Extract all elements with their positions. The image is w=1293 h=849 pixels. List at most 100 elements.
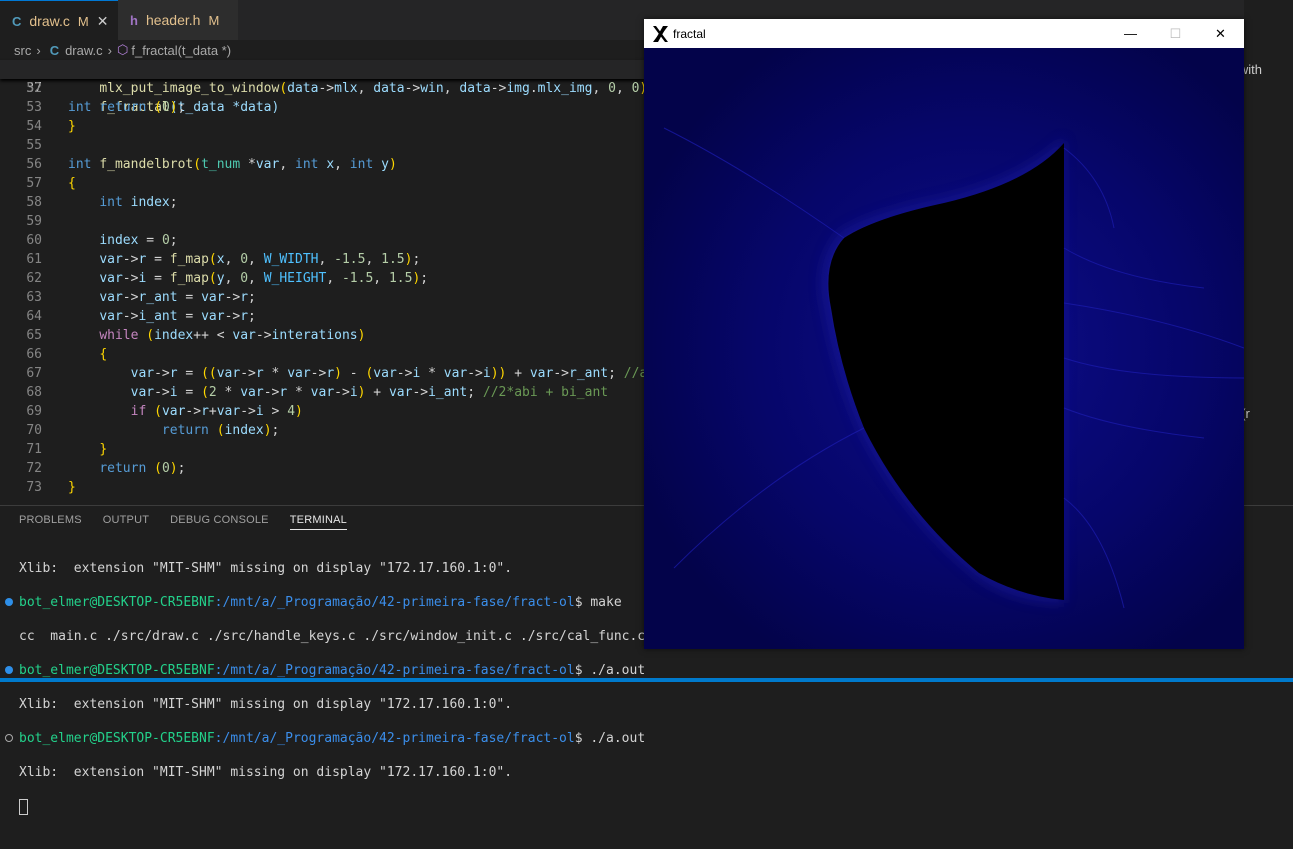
close-button[interactable]: ✕: [1198, 19, 1243, 48]
fractal-render: [644, 48, 1244, 649]
prompt-path: :/mnt/a/_Programação/42-primeira-fase/fr…: [214, 731, 575, 746]
tab-terminal[interactable]: TERMINAL: [289, 514, 347, 530]
command-text: $ ./a.out: [574, 663, 646, 678]
line-number: 56: [26, 157, 42, 172]
terminal-output[interactable]: Xlib: extension "MIT-SHM" missing on dis…: [5, 543, 716, 849]
breadcrumb-file[interactable]: draw.c: [65, 43, 103, 58]
code-line[interactable]: 66 {: [0, 345, 645, 364]
code-line[interactable]: 64 var->i_ant = var->r;: [0, 307, 645, 326]
line-number: 70: [26, 423, 42, 438]
terminal-line: Xlib: extension "MIT-SHM" missing on dis…: [19, 697, 513, 712]
command-status-dot[interactable]: [5, 734, 13, 742]
tab-label: header.h: [145, 12, 201, 28]
code-line[interactable]: 58 int index;: [0, 193, 645, 212]
code-line[interactable]: 70 return (index);: [0, 421, 645, 440]
window-title: fractal: [673, 27, 706, 41]
fractal-window[interactable]: fractal — ☐ ✕: [644, 19, 1244, 649]
terminal-line: Xlib: extension "MIT-SHM" missing on dis…: [19, 765, 513, 780]
code-line[interactable]: 73}: [0, 478, 645, 497]
code-text: {: [68, 176, 76, 191]
code-line[interactable]: 53 return (0);: [0, 98, 645, 117]
code-line[interactable]: 72 return (0);: [0, 459, 645, 478]
code-text: int f_mandelbrot(t_num *var, int x, int …: [68, 157, 397, 172]
code-line[interactable]: 55: [0, 136, 645, 155]
line-number: 63: [26, 290, 42, 305]
code-text: index = 0;: [99, 233, 178, 248]
h-file-icon: h: [130, 12, 138, 28]
code-line[interactable]: 62 var->i = f_map(y, 0, W_HEIGHT, -1.5, …: [0, 269, 645, 288]
minimize-button[interactable]: —: [1108, 19, 1153, 48]
code-line[interactable]: 69 if (var->r+var->i > 4): [0, 402, 645, 421]
tab-problems[interactable]: PROBLEMS: [19, 514, 82, 530]
line-number: 62: [26, 271, 42, 286]
terminal-line: [19, 798, 716, 815]
window-title-bar[interactable]: fractal — ☐ ✕: [644, 19, 1244, 48]
terminal-line: Xlib: extension "MIT-SHM" missing on dis…: [19, 561, 513, 576]
code-text: }: [68, 480, 76, 495]
close-icon[interactable]: ✕: [97, 13, 109, 30]
code-line[interactable]: 68 var->i = (2 * var->r * var->i) + var-…: [0, 383, 645, 402]
code-line[interactable]: 63 var->r_ant = var->r;: [0, 288, 645, 307]
code-line[interactable]: 57 {: [0, 174, 645, 193]
line-number: 65: [26, 328, 42, 343]
code-text: while (index++ < var->interations): [99, 328, 366, 343]
terminal-line: bot_elmer@DESKTOP-CR5EBNF:/mnt/a/_Progra…: [5, 594, 716, 611]
code-text: if (var->r+var->i > 4): [130, 404, 303, 419]
code-line[interactable]: 52 mlx_put_image_to_window(data->mlx, da…: [0, 79, 655, 98]
chevron-right-icon: ›: [107, 42, 112, 58]
line-number: 69: [26, 404, 42, 419]
tab-draw-c[interactable]: C draw.c M ✕: [0, 0, 118, 41]
prompt-user: bot_elmer@DESKTOP-CR5EBNF: [19, 595, 215, 610]
panel-tabs: PROBLEMS OUTPUT DEBUG CONSOLE TERMINAL: [19, 514, 368, 530]
line-number: 61: [26, 252, 42, 267]
prompt-user: bot_elmer@DESKTOP-CR5EBNF: [19, 731, 215, 746]
command-status-dot[interactable]: [5, 598, 13, 606]
breadcrumb: src › C draw.c › ⬡ f_fractal(t_data *): [0, 40, 640, 60]
maximize-button[interactable]: ☐: [1153, 19, 1198, 48]
line-number: 53: [26, 100, 42, 115]
code-line[interactable]: 71 }: [0, 440, 645, 459]
code-text: var->i = f_map(y, 0, W_HEIGHT, -1.5, 1.5…: [99, 271, 429, 286]
code-text: return (index);: [161, 423, 280, 438]
line-number: 71: [26, 442, 42, 457]
line-number: 60: [26, 233, 42, 248]
chevron-right-icon: ›: [36, 42, 41, 58]
code-editor[interactable]: 37 int f_fractal(t_data *data) 52 mlx_pu…: [0, 60, 655, 500]
code-line[interactable]: 56 int f_mandelbrot(t_num *var, int x, in…: [0, 155, 645, 174]
code-text: return (0);: [99, 461, 186, 476]
code-line[interactable]: 60 index = 0;: [0, 231, 645, 250]
breadcrumb-symbol[interactable]: f_fractal(t_data *): [131, 43, 231, 58]
fractal-canvas[interactable]: [644, 48, 1244, 649]
code-line[interactable]: 67 var->r = ((var->r * var->r) - (var->i…: [0, 364, 655, 383]
code-text: var->r = f_map(x, 0, W_WIDTH, -1.5, 1.5)…: [99, 252, 421, 267]
sticky-scroll-line[interactable]: 37 int f_fractal(t_data *data): [0, 60, 645, 115]
code-line[interactable]: 54}: [0, 117, 645, 136]
prompt-user: bot_elmer@DESKTOP-CR5EBNF: [19, 663, 215, 678]
tab-debug-console[interactable]: DEBUG CONSOLE: [170, 514, 269, 530]
code-line[interactable]: 59: [0, 212, 645, 231]
line-number: 67: [26, 366, 42, 381]
x11-logo-icon: [653, 26, 668, 42]
line-number: 59: [26, 214, 42, 229]
symbol-method-icon: ⬡: [117, 42, 129, 57]
c-file-icon: C: [12, 13, 22, 29]
terminal-line: bot_elmer@DESKTOP-CR5EBNF:/mnt/a/_Progra…: [5, 730, 716, 747]
line-number: 57: [26, 176, 42, 191]
line-number: 55: [26, 138, 42, 153]
terminal-cursor: [19, 798, 28, 815]
code-text: var->r_ant = var->r;: [99, 290, 256, 305]
modified-badge: M: [208, 12, 220, 28]
tab-header-h[interactable]: h header.h M: [118, 0, 238, 40]
command-status-dot[interactable]: [5, 666, 13, 674]
code-line[interactable]: 61 var->r = f_map(x, 0, W_WIDTH, -1.5, 1…: [0, 250, 645, 269]
code-text: return (0);: [99, 100, 186, 115]
line-number: 54: [26, 119, 42, 134]
code-text: }: [68, 119, 76, 134]
code-line[interactable]: 65 while (index++ < var->interations): [0, 326, 645, 345]
code-text: {: [99, 347, 108, 362]
breadcrumb-folder[interactable]: src: [14, 43, 31, 58]
line-number: 52: [26, 81, 42, 96]
prompt-path: :/mnt/a/_Programação/42-primeira-fase/fr…: [214, 663, 575, 678]
code-text: var->i_ant = var->r;: [99, 309, 256, 324]
tab-output[interactable]: OUTPUT: [103, 514, 149, 530]
